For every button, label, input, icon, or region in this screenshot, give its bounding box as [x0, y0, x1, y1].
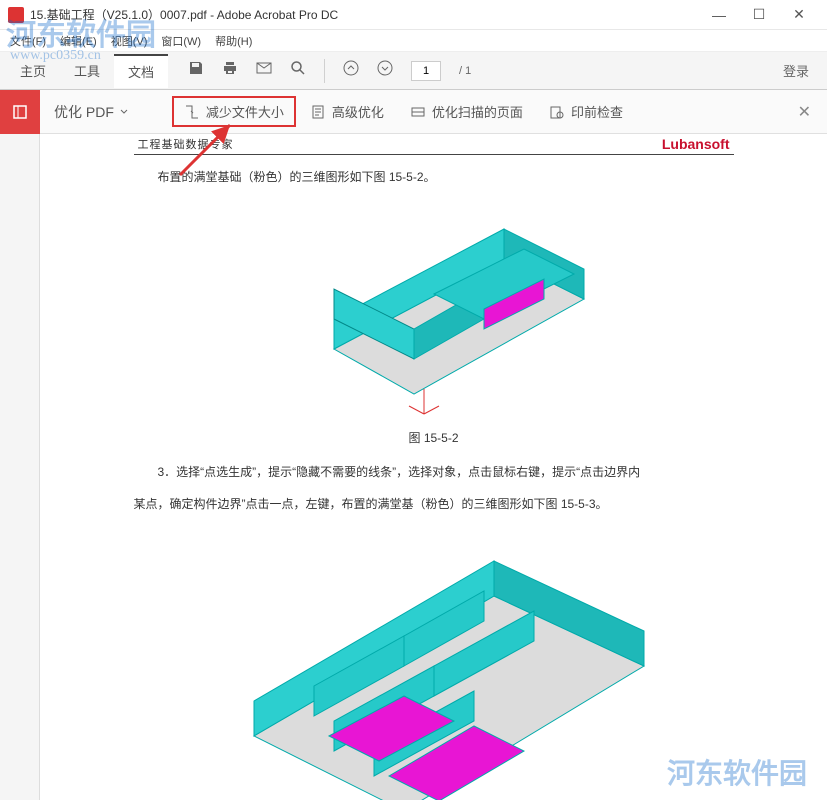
paragraph-2b: 某点，确定构件边界”点击一点，左键，布置的满堂基（粉色）的三维图形如下图 15-… [134, 492, 734, 516]
optimize-pdf-label[interactable]: 优化 PDF [40, 102, 142, 122]
close-button[interactable]: ✕ [779, 2, 819, 28]
menu-file[interactable]: 文件(F) [6, 31, 50, 51]
document-canvas[interactable]: 工程基础数据专家 Lubansoft 布置的满堂基础（粉色）的三维图形如下图 1… [40, 134, 827, 800]
doc-header-left: 工程基础数据专家 [138, 136, 234, 152]
advanced-optimize-button[interactable]: 高级优化 [298, 96, 396, 127]
tabbar: 主页 工具 文档 / 1 登录 [0, 52, 827, 90]
menu-window[interactable]: 窗口(W) [157, 31, 205, 51]
close-optbar-button[interactable]: ✕ [782, 102, 827, 122]
preflight-button[interactable]: 印前检查 [537, 96, 635, 127]
window-controls: — ☐ ✕ [699, 2, 819, 28]
page-number-input[interactable] [411, 61, 441, 81]
chevron-down-icon [120, 108, 128, 116]
page-total: / 1 [459, 65, 471, 77]
doc-header-right: Lubansoft [662, 136, 730, 152]
search-icon[interactable] [290, 60, 306, 81]
figure-15-5-2 [224, 199, 644, 419]
menu-edit[interactable]: 编辑(E) [56, 31, 101, 51]
optimize-actions: 减少文件大小 高级优化 优化扫描的页面 印前检查 [172, 96, 635, 127]
tab-document[interactable]: 文档 [114, 54, 168, 88]
maximize-button[interactable]: ☐ [739, 2, 779, 28]
page-down-icon[interactable] [377, 60, 393, 81]
app-icon [8, 7, 24, 23]
optimize-scan-button[interactable]: 优化扫描的页面 [398, 96, 535, 127]
login-link[interactable]: 登录 [783, 61, 821, 80]
scanner-icon [410, 104, 426, 120]
preflight-icon [549, 104, 565, 120]
tab-tools[interactable]: 工具 [60, 54, 114, 88]
menu-view[interactable]: 视图(V) [107, 31, 152, 51]
page-up-icon[interactable] [343, 60, 359, 81]
left-sidebar [0, 134, 40, 800]
menubar: 文件(F) 编辑(E) 视图(V) 窗口(W) 帮助(H) [0, 30, 827, 52]
doc-header: 工程基础数据专家 Lubansoft [134, 136, 734, 155]
menu-help[interactable]: 帮助(H) [211, 31, 256, 51]
toolbar: / 1 [188, 59, 471, 83]
document-content: 工程基础数据专家 Lubansoft 布置的满堂基础（粉色）的三维图形如下图 1… [134, 134, 734, 800]
document-icon [310, 104, 326, 120]
window-title: 15.基础工程（V25.1.0）0007.pdf - Adobe Acrobat… [30, 6, 699, 23]
paragraph-2a: 3．选择“点选生成”，提示“隐藏不需要的线条”，选择对象，点击鼠标右键，提示“点… [134, 460, 734, 484]
figure-15-5-3 [174, 526, 694, 800]
sidebar-toggle[interactable] [0, 90, 40, 134]
paragraph-1: 布置的满堂基础（粉色）的三维图形如下图 15-5-2。 [134, 165, 734, 189]
print-icon[interactable] [222, 60, 238, 81]
minimize-button[interactable]: — [699, 2, 739, 28]
optimize-bar: 优化 PDF 减少文件大小 高级优化 优化扫描的页面 印前检查 ✕ [0, 90, 827, 134]
reduce-file-size-button[interactable]: 减少文件大小 [172, 96, 296, 127]
mail-icon[interactable] [256, 60, 272, 81]
titlebar: 15.基础工程（V25.1.0）0007.pdf - Adobe Acrobat… [0, 0, 827, 30]
figure-label-1: 图 15-5-2 [134, 429, 734, 446]
compress-icon [184, 104, 200, 120]
save-icon[interactable] [188, 60, 204, 81]
tab-home[interactable]: 主页 [6, 54, 60, 88]
toolbar-separator [324, 59, 325, 83]
